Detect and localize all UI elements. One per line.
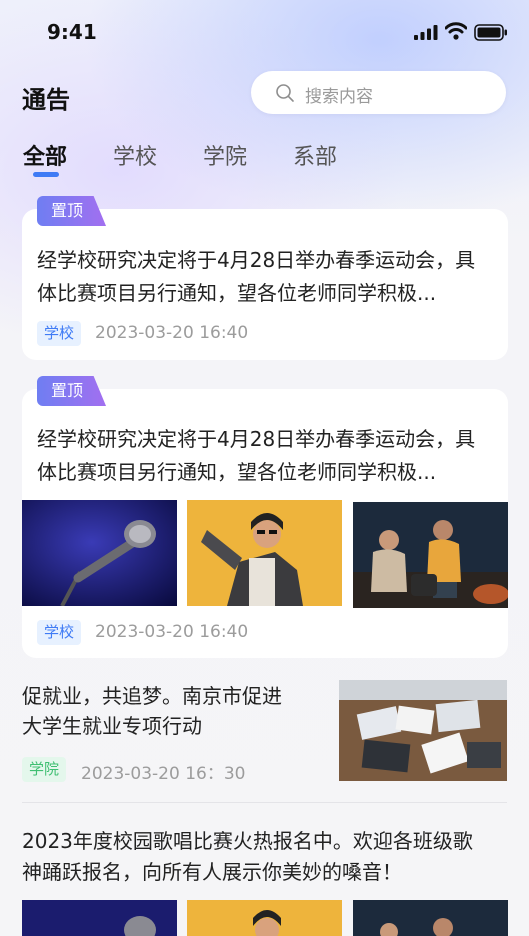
tab-all[interactable]: 全部 <box>23 139 67 171</box>
notice-text-line[interactable]: 大学生就业专项行动 <box>22 710 202 743</box>
singer-image[interactable] <box>187 900 342 936</box>
pinned-badge: 置顶 <box>37 196 107 226</box>
notice-date: 2023-03-20 16:40 <box>95 323 249 343</box>
category-tag: 学校 <box>37 620 82 645</box>
notice-text-line[interactable]: 促就业，共追梦。南京市促进 <box>22 680 282 713</box>
status-time: 9:41 <box>47 20 97 44</box>
page-title: 通告 <box>22 86 70 114</box>
category-tag: 学校 <box>37 321 82 346</box>
notice-text-line: 经学校研究决定将于4月28日举办春季运动会，具 <box>37 427 476 451</box>
search-placeholder: 搜索内容 <box>305 87 373 107</box>
pinned-badge: 置顶 <box>37 376 107 406</box>
microphone-image[interactable] <box>22 500 177 606</box>
notice-date: 2023-03-20 16:40 <box>95 622 249 642</box>
notice-text-line: 经学校研究决定将于4月28日举办春季运动会，具 <box>37 248 476 272</box>
search-input[interactable]: 搜索内容 <box>251 71 506 114</box>
singer-image[interactable] <box>187 500 342 606</box>
microphone-image[interactable] <box>22 900 177 936</box>
notice-text-line: 体比赛项目另行通知，望各位老师同学积极... <box>37 460 437 484</box>
search-icon <box>276 84 294 102</box>
tab-school[interactable]: 学校 <box>113 139 157 171</box>
notice-text-line[interactable]: 神踊跃报名，向所有人展示你美妙的嗓音！ <box>22 856 402 889</box>
notice-text-line: 体比赛项目另行通知，望各位老师同学积极... <box>37 281 437 305</box>
campfire-singing-image[interactable] <box>353 900 508 936</box>
active-tab-indicator <box>33 172 59 177</box>
notice-text-line[interactable]: 2023年度校园歌唱比赛火热报名中。欢迎各班级歌 <box>22 825 473 858</box>
cellular-signal-icon <box>414 25 438 40</box>
meeting-laptops-image[interactable] <box>339 680 507 781</box>
campfire-singing-image[interactable] <box>353 502 508 608</box>
category-tag: 学院 <box>22 757 67 782</box>
battery-icon <box>474 24 507 41</box>
wifi-icon <box>445 22 467 40</box>
tab-department[interactable]: 系部 <box>293 139 337 171</box>
list-divider <box>22 802 507 803</box>
notice-date: 2023-03-20 16：30 <box>81 764 246 784</box>
tab-college[interactable]: 学院 <box>203 139 247 171</box>
